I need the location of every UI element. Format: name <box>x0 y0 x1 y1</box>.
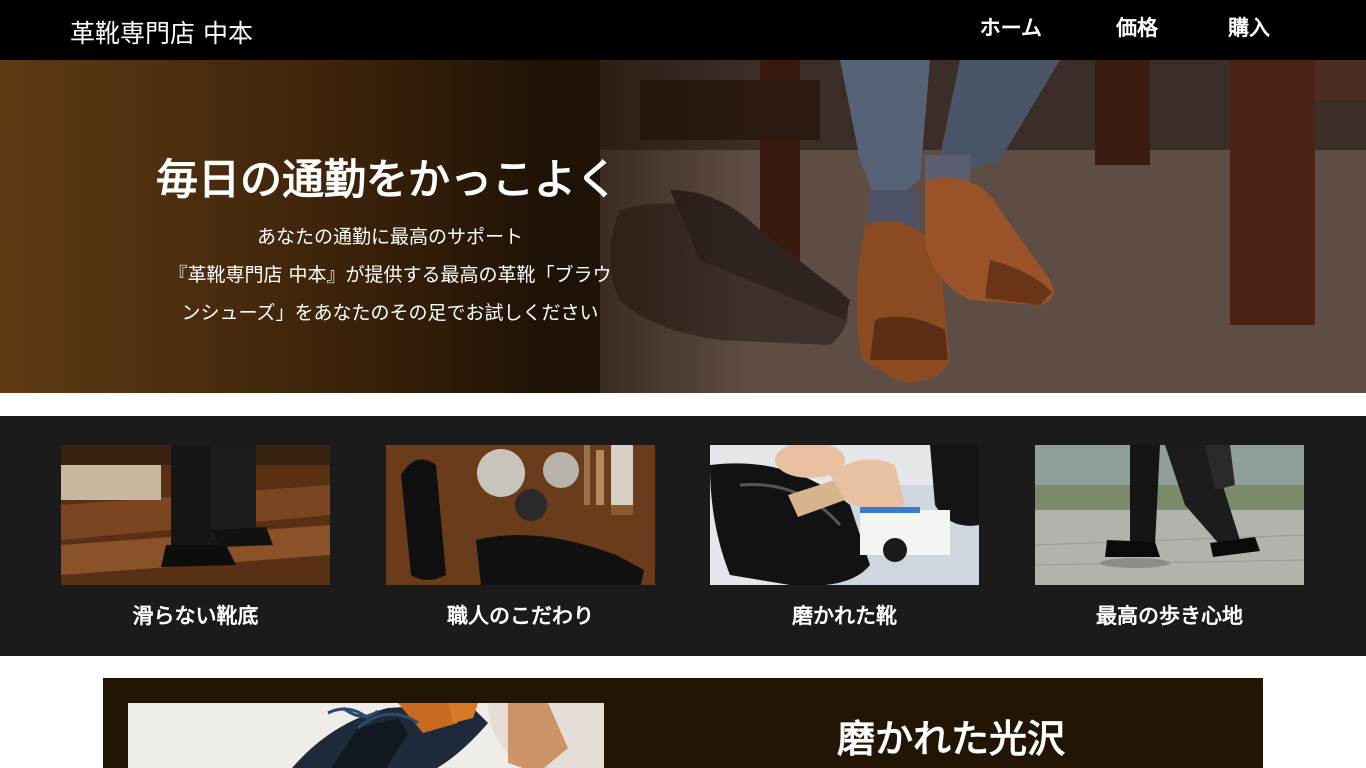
feature-caption: 滑らない靴底 <box>132 603 259 628</box>
hero-line: あなたの通勤に最高のサポート <box>256 226 523 248</box>
features-section: 滑らない靴底 職人のこだわり 磨かれた靴 最高の歩き心地 <box>0 416 1366 656</box>
gloss-section: 磨かれた光沢 <box>103 678 1263 768</box>
walking-shoes-wood-floor-photo <box>61 445 330 585</box>
gloss-title: 磨かれた光沢 <box>837 716 1066 761</box>
polished-shoes-photo <box>128 703 604 768</box>
feature-caption: 最高の歩き心地 <box>1096 603 1243 628</box>
hero-line: ンシューズ」をあなたのその足でお試しください <box>181 302 599 324</box>
nav-price-link[interactable]: 価格 <box>1116 12 1158 42</box>
feature-caption: 職人のこだわり <box>447 603 594 628</box>
polished-shoes-illustration <box>128 703 604 768</box>
site-header: 革靴専門店 中本 ホーム 価格 購入 <box>0 0 1366 60</box>
polishing-shoe-photo <box>710 442 979 586</box>
hero-line: 『革靴専門店 中本』が提供する最高の革靴「ブラウ <box>168 264 612 286</box>
site-logo[interactable]: 革靴専門店 中本 <box>70 14 253 50</box>
shoes-and-care-tools-photo <box>386 445 655 585</box>
feature-card[interactable]: 磨かれた靴 <box>710 442 979 630</box>
hero-title: 毎日の通勤をかっこよく <box>156 155 619 204</box>
walking-street-photo <box>1034 445 1305 585</box>
nav-purchase-link[interactable]: 購入 <box>1228 12 1270 42</box>
hero-description: あなたの通勤に最高のサポート 『革靴専門店 中本』が提供する最高の革靴「ブラウ … <box>150 218 630 332</box>
feature-card[interactable]: 職人のこだわり <box>386 445 655 630</box>
feature-card[interactable]: 最高の歩き心地 <box>1034 445 1305 630</box>
nav-home-link[interactable]: ホーム <box>980 12 1042 42</box>
hero-banner: 毎日の通勤をかっこよく あなたの通勤に最高のサポート 『革靴専門店 中本』が提供… <box>0 60 1366 393</box>
feature-caption: 磨かれた靴 <box>792 603 897 628</box>
feature-card[interactable]: 滑らない靴底 <box>61 445 330 630</box>
